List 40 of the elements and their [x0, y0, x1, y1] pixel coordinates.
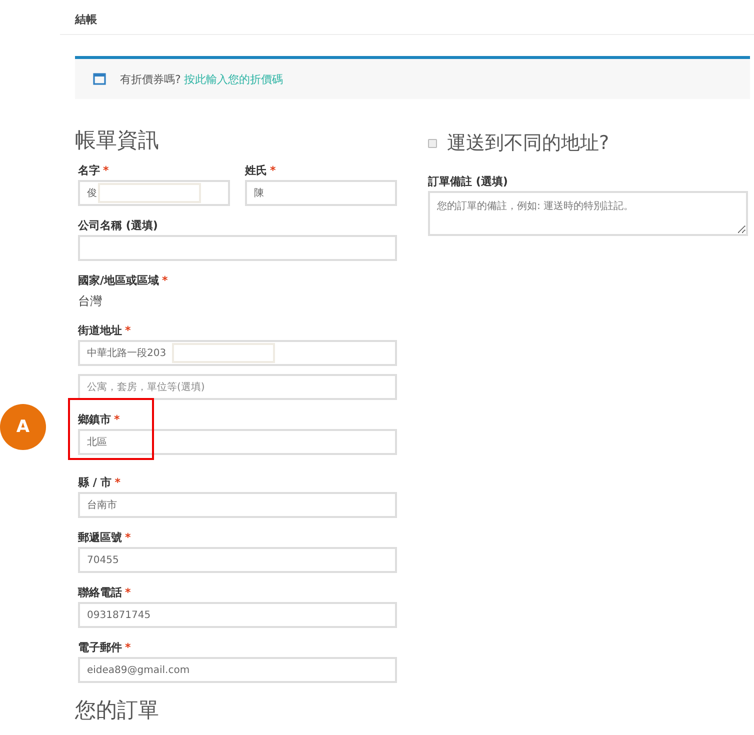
input-field[interactable]: 70455 [78, 547, 397, 573]
field-label: 縣 / 市 [78, 476, 112, 489]
notes-field[interactable]: 您的訂單的備註，例如: 運送時的特別註記。 [428, 191, 748, 236]
section-heading: 運送到不同的地址? [447, 131, 610, 156]
field-label: 聯絡電話 [78, 586, 122, 599]
input-field[interactable]: 北區 [78, 429, 397, 455]
field-label: 國家/地區或區域 [78, 274, 160, 287]
input-field[interactable]: 台南市 [78, 492, 397, 518]
required-mark: * [114, 413, 120, 426]
field-label: 鄉鎮市 [78, 413, 111, 426]
section-heading: 您的訂單 [75, 697, 160, 724]
field-label: 電子郵件 [78, 641, 122, 654]
field-label: 姓氏 [245, 164, 267, 177]
field-label: 郵遞區號 [78, 531, 122, 544]
required-mark: * [125, 531, 131, 544]
input-field[interactable] [78, 235, 397, 261]
field-label: 公司名稱 (選填) [78, 219, 158, 232]
input-field[interactable]: 俊 [78, 180, 230, 206]
input-field[interactable]: 中華北路一段203 [78, 340, 397, 366]
input-field[interactable]: eidea89@gmail.com [78, 657, 397, 683]
required-mark: * [125, 641, 131, 654]
field-label: 街道地址 [78, 324, 122, 337]
page-title: 結帳 [75, 13, 97, 26]
field-value: 台灣 [78, 293, 103, 310]
field-label: 名字 [78, 164, 100, 177]
coupon-text: 有折價券嗎? [120, 72, 181, 86]
required-mark: * [114, 476, 120, 489]
section-heading: 帳單資訊 [75, 127, 160, 154]
checkbox[interactable] [428, 138, 437, 148]
field-label: 訂單備註 (選填) [428, 175, 508, 188]
required-mark: * [270, 164, 276, 177]
window-icon [93, 73, 106, 85]
annotation-marker: A [0, 404, 46, 450]
required-mark: * [125, 324, 131, 337]
input-field[interactable]: 公寓，套房，單位等(選填) [78, 374, 397, 400]
input-field[interactable]: 0931871745 [78, 602, 397, 628]
required-mark: * [103, 164, 109, 177]
input-field[interactable]: 陳 [245, 180, 397, 206]
required-mark: * [162, 274, 168, 287]
required-mark: * [125, 586, 131, 599]
